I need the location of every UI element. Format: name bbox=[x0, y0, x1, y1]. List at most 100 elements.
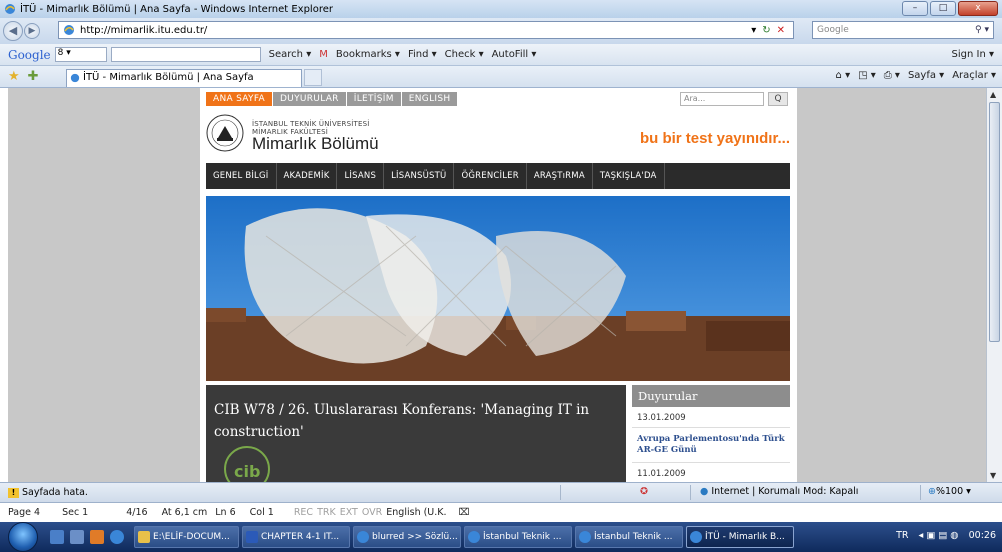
feeds-icon[interactable]: ◳ ▾ bbox=[858, 70, 876, 81]
dropdown-icon[interactable]: ▾ bbox=[751, 25, 756, 36]
university-line: İSTANBUL TEKNİK ÜNİVERSİTESİ bbox=[252, 120, 370, 128]
scroll-up-icon[interactable]: ▲ bbox=[990, 90, 996, 99]
close-button[interactable]: x bbox=[958, 1, 998, 16]
clock[interactable]: 00:26 bbox=[969, 530, 996, 541]
show-desktop-icon[interactable] bbox=[50, 530, 64, 544]
tools-menu[interactable]: Araçlar ▾ bbox=[952, 70, 996, 81]
nav-students[interactable]: ÖĞRENCİLER bbox=[454, 163, 527, 189]
browser-search-input[interactable]: Google ⚲ ▾ bbox=[812, 21, 994, 39]
autofill-button[interactable]: AutoFill ▾ bbox=[492, 49, 537, 60]
itu-logo-icon[interactable] bbox=[206, 114, 244, 152]
page-menu[interactable]: Sayfa ▾ bbox=[908, 70, 944, 81]
address-bar[interactable]: http://mimarlik.itu.edu.tr/ ▾ ↻ ✕ bbox=[58, 21, 794, 39]
bookmarks-button[interactable]: Bookmarks ▾ bbox=[336, 49, 400, 60]
nav-general-info[interactable]: GENEL BİLGİ bbox=[206, 163, 277, 189]
task-ie-2[interactable]: İstanbul Teknik ... bbox=[464, 526, 572, 548]
print-icon[interactable]: ⎙ ▾ bbox=[884, 70, 900, 81]
language-indicator[interactable]: TR bbox=[896, 530, 908, 541]
find-button[interactable]: Find ▾ bbox=[408, 49, 437, 60]
site-search-input[interactable]: Ara... bbox=[680, 92, 764, 106]
task-folder[interactable]: E:\ELİF-DOCUM... bbox=[134, 526, 239, 548]
warning-icon: ! bbox=[8, 488, 19, 498]
google-search-button[interactable]: Search ▾ bbox=[269, 49, 312, 60]
ie-quicklaunch-icon[interactable] bbox=[110, 530, 124, 544]
task-word[interactable]: CHAPTER 4-1 IT... bbox=[242, 526, 350, 548]
site-search-button[interactable]: Q bbox=[768, 92, 788, 106]
scroll-thumb[interactable] bbox=[989, 102, 1000, 342]
nav-graduate[interactable]: LİSANSÜSTÜ bbox=[384, 163, 455, 189]
announcement-link[interactable]: Avrupa Parlementosu'nda Türk AR-GE Günü bbox=[632, 428, 790, 463]
nav-academic[interactable]: AKADEMİK bbox=[277, 163, 338, 189]
tray-icons[interactable]: ◂ ▣ ▤ ◍ bbox=[919, 530, 959, 541]
switch-windows-icon[interactable] bbox=[70, 530, 84, 544]
sign-in-button[interactable]: Sign In ▾ bbox=[952, 49, 994, 60]
media-icon[interactable] bbox=[90, 530, 104, 544]
site-page: ANA SAYFA DUYURULAR İLETİŞİM ENGLISH Ara… bbox=[200, 88, 797, 482]
minimize-button[interactable]: – bbox=[902, 1, 928, 16]
zoom-icon: ⊕ bbox=[928, 486, 936, 497]
ie-icon bbox=[357, 531, 369, 543]
system-tray: TR ◂ ▣ ▤ ◍ 00:26 bbox=[896, 530, 996, 541]
top-nav-contact[interactable]: İLETİŞİM bbox=[346, 92, 401, 106]
nav-undergraduate[interactable]: LİSANS bbox=[337, 163, 385, 189]
folder-icon bbox=[138, 531, 150, 543]
forward-button[interactable]: ▶ bbox=[24, 23, 40, 39]
google-search-input[interactable] bbox=[110, 47, 261, 62]
ie-icon bbox=[468, 531, 480, 543]
tab-ie-icon bbox=[70, 73, 80, 83]
favorites-star-icon[interactable]: ★ bbox=[8, 69, 20, 84]
stop-icon[interactable]: ✕ bbox=[777, 25, 785, 36]
word-col: Col 1 bbox=[249, 507, 274, 518]
word-at: At 6,1 cm bbox=[161, 507, 208, 518]
announcements-panel: Duyurular 13.01.2009 Avrupa Parlementosu… bbox=[632, 385, 790, 482]
word-rec[interactable]: REC bbox=[294, 507, 313, 518]
maximize-button[interactable]: □ bbox=[930, 1, 956, 16]
article-title[interactable]: CIB W78 / 26. Uluslararası Konferans: 'M… bbox=[214, 399, 619, 443]
start-button-icon[interactable] bbox=[8, 522, 38, 552]
announcements-title[interactable]: Duyurular bbox=[632, 385, 790, 407]
word-ovr[interactable]: OVR bbox=[362, 507, 382, 518]
windows-taskbar: E:\ELİF-DOCUM... CHAPTER 4-1 IT... blurr… bbox=[0, 522, 1002, 552]
phishing-filter-icon[interactable]: ✪ bbox=[640, 486, 648, 497]
word-pages: 4/16 bbox=[126, 507, 148, 518]
add-favorites-icon[interactable]: ✚ bbox=[28, 69, 39, 84]
word-line: Ln 6 bbox=[215, 507, 236, 518]
google-toolbar-selector[interactable]: 8 ▾ bbox=[54, 47, 107, 62]
ie-status-bar: ! Sayfada hata. ✪ ● Internet | Korumalı M… bbox=[0, 482, 1002, 502]
top-nav-announcements[interactable]: DUYURULAR bbox=[272, 92, 346, 106]
spellcheck-icon[interactable]: ⌧ bbox=[459, 507, 470, 518]
word-language[interactable]: English (U.K. bbox=[386, 507, 446, 518]
refresh-icon[interactable]: ↻ bbox=[762, 25, 770, 36]
nav-taskisla[interactable]: TAŞKIŞLA'DA bbox=[593, 163, 665, 189]
page-error-status[interactable]: ! Sayfada hata. bbox=[8, 487, 88, 498]
globe-icon: ● bbox=[700, 486, 709, 497]
address-row: ◀ ▶ http://mimarlik.itu.edu.tr/ ▾ ↻ ✕ Go… bbox=[0, 18, 1002, 44]
spell-check-button[interactable]: Check ▾ bbox=[445, 49, 484, 60]
word-trk[interactable]: TRK bbox=[317, 507, 336, 518]
url-text: http://mimarlik.itu.edu.tr/ bbox=[80, 24, 208, 36]
gmail-icon[interactable]: M bbox=[319, 49, 328, 60]
task-ie-1[interactable]: blurred >> Sözlü... bbox=[353, 526, 461, 548]
scroll-down-icon[interactable]: ▼ bbox=[990, 471, 996, 480]
task-ie-active[interactable]: İTÜ - Mimarlık B... bbox=[686, 526, 794, 548]
search-icon[interactable]: ⚲ ▾ bbox=[975, 22, 989, 38]
task-ie-3[interactable]: İstanbul Teknik ... bbox=[575, 526, 683, 548]
top-nav-english[interactable]: ENGLISH bbox=[401, 92, 458, 106]
site-main-nav: GENEL BİLGİ AKADEMİK LİSANS LİSANSÜSTÜ Ö… bbox=[206, 163, 790, 189]
title-bar: İTÜ - Mimarlık Bölümü | Ana Sayfa - Wind… bbox=[0, 0, 1002, 18]
zoom-level[interactable]: ⊕%100 ▾ bbox=[928, 486, 971, 497]
back-button[interactable]: ◀ bbox=[3, 21, 23, 41]
svg-text:cib: cib bbox=[234, 462, 260, 481]
top-nav-home[interactable]: ANA SAYFA bbox=[206, 92, 272, 106]
page-icon bbox=[64, 25, 74, 35]
word-ext[interactable]: EXT bbox=[340, 507, 358, 518]
featured-article[interactable]: CIB W78 / 26. Uluslararası Konferans: 'M… bbox=[206, 385, 626, 482]
nav-research[interactable]: ARAŞTıRMA bbox=[527, 163, 593, 189]
vertical-scrollbar[interactable]: ▲ ▼ bbox=[986, 88, 1002, 482]
security-zone[interactable]: ● Internet | Korumalı Mod: Kapalı bbox=[700, 486, 858, 497]
new-tab-button[interactable] bbox=[304, 69, 322, 86]
favorites-row: ★ ✚ İTÜ - Mimarlık Bölümü | Ana Sayfa ⌂ … bbox=[0, 66, 1002, 88]
home-icon[interactable]: ⌂ ▾ bbox=[836, 70, 851, 81]
site-top-nav: ANA SAYFA DUYURULAR İLETİŞİM ENGLISH bbox=[206, 92, 458, 108]
browser-tab[interactable]: İTÜ - Mimarlık Bölümü | Ana Sayfa bbox=[66, 69, 302, 87]
